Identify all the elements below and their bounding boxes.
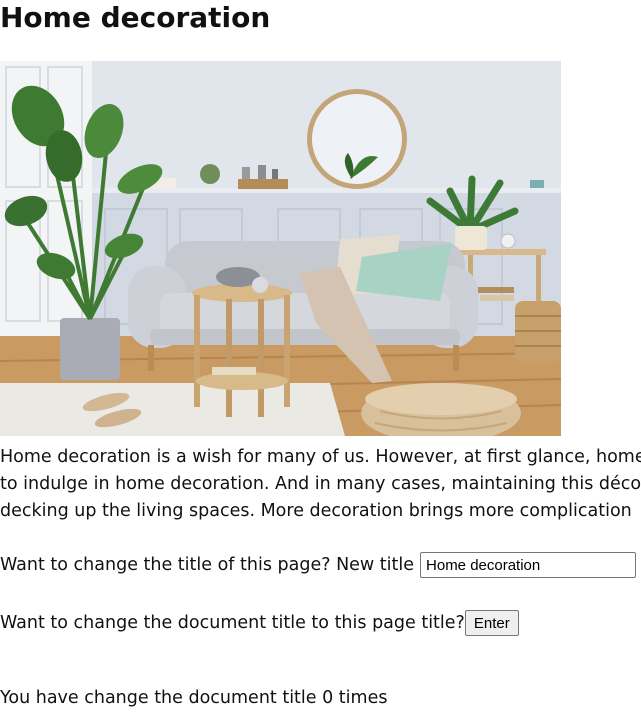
intro-paragraph: Home decoration is a wish for many of us… xyxy=(0,444,641,525)
page-title: Home decoration xyxy=(0,1,271,34)
change-document-title-label: Want to change the document title to thi… xyxy=(0,612,465,633)
title-change-counter: You have change the document title 0 tim… xyxy=(0,688,388,708)
enter-button[interactable]: Enter xyxy=(464,610,519,636)
change-title-row: Want to change the title of this page? N… xyxy=(0,551,637,579)
intro-line: to indulge in home decoration. And in ma… xyxy=(0,474,641,494)
new-title-input[interactable] xyxy=(420,552,637,578)
change-document-title-row: Want to change the document title to thi… xyxy=(0,609,519,637)
change-title-label: Want to change the title of this page? N… xyxy=(0,554,415,575)
intro-line: Home decoration is a wish for many of us… xyxy=(0,447,641,467)
living-room-image xyxy=(0,61,561,436)
intro-line: decking up the living spaces. More decor… xyxy=(0,501,632,521)
